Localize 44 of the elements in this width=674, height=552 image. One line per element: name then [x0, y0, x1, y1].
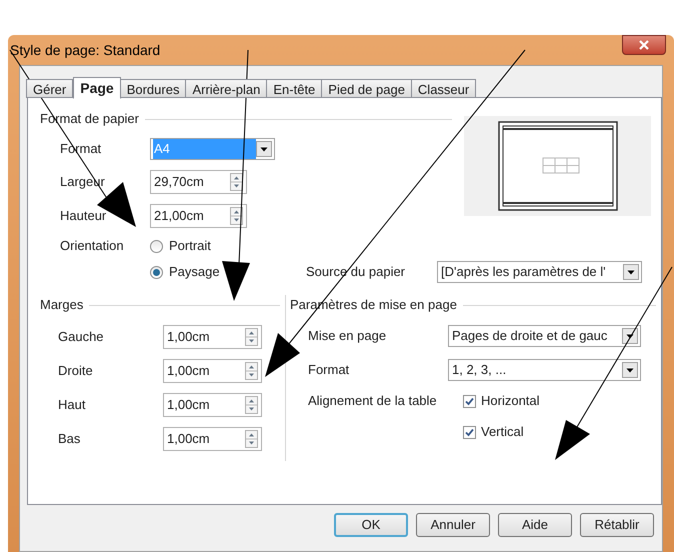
field-label: Format [308, 361, 350, 380]
tab[interactable]: Gérer [26, 79, 74, 98]
dialog-button[interactable]: OK [334, 513, 408, 537]
window-title: Style de page: Standard [10, 40, 160, 60]
field-label: Bas [58, 430, 82, 448]
dropdown[interactable]: [D'après les paramètres de l' [437, 261, 642, 283]
tab[interactable]: Arrière-plan [185, 79, 268, 98]
field-label: Hauteur [60, 207, 108, 226]
dropdown[interactable]: 1, 2, 3, ... [448, 359, 641, 381]
checkbox[interactable] [463, 426, 476, 438]
radio-button[interactable] [150, 266, 163, 278]
radio-label[interactable]: Paysage [169, 262, 220, 282]
dialog-button[interactable]: Annuler [416, 513, 490, 537]
spin-field[interactable]: 1,00cm [163, 427, 262, 451]
dropdown[interactable]: Pages de droite et de gauc [448, 325, 641, 347]
checkbox[interactable] [463, 394, 476, 408]
field-label: Gauche [58, 328, 105, 346]
tab[interactable]: Bordures [120, 79, 186, 98]
group-label: Marges [40, 296, 84, 314]
tab[interactable]: En-tête [266, 79, 322, 98]
spin-field[interactable]: 1,00cm [163, 359, 262, 383]
close-button[interactable] [622, 35, 666, 55]
radio-label[interactable]: Portrait [169, 236, 211, 256]
field-label: Droite [58, 362, 94, 380]
spin-field[interactable]: 21,00cm [150, 204, 247, 228]
tab[interactable]: Classeur [410, 79, 476, 98]
field-label: Haut [58, 396, 86, 414]
tab[interactable]: Page [73, 77, 121, 99]
spin-field[interactable]: 1,00cm [163, 325, 262, 349]
field-label: Orientation [60, 237, 125, 256]
spin-field[interactable]: 29,70cm [150, 170, 247, 194]
radio-button[interactable] [150, 240, 163, 252]
spin-buttons-icon[interactable] [230, 173, 243, 191]
spin-buttons-icon[interactable] [230, 207, 243, 225]
spin-field[interactable]: 1,00cm [163, 393, 262, 417]
dialog-button[interactable]: Aide [498, 513, 572, 537]
close-icon [639, 40, 649, 50]
field-label: Alignement de la table [308, 392, 438, 410]
field-label: Source du papier [306, 263, 406, 282]
dialog-button[interactable]: Rétablir [580, 513, 654, 537]
tab[interactable]: Pied de page [321, 79, 412, 98]
checkbox-label[interactable]: Vertical [481, 422, 524, 442]
checkbox-label[interactable]: Horizontal [481, 391, 540, 411]
field-label: Mise en page [308, 327, 388, 346]
